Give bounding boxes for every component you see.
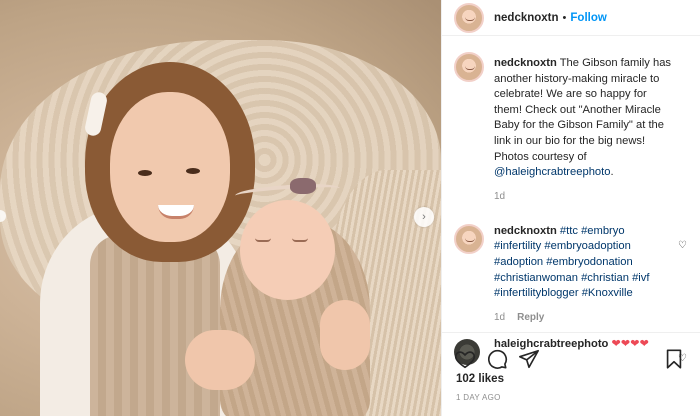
reply-button[interactable]: Reply [517,312,544,323]
header-username[interactable]: nedcknoxtn [494,12,559,24]
girl-eye-right [186,168,200,174]
baby-eye-right [292,238,308,242]
hashtag-link[interactable]: #embryoadoption [544,240,630,252]
timestamp[interactable]: 1d [494,191,505,202]
hashtag-link[interactable]: #infertility [494,240,541,252]
girl-face [110,92,230,242]
follow-button[interactable]: Follow [570,12,606,24]
post-date[interactable]: 1 DAY AGO [442,393,700,402]
post-header: nedcknoxtn • Follow [442,0,700,36]
chevron-right-icon[interactable]: › [414,207,434,227]
hashtag-link[interactable]: #embryodonation [546,256,632,268]
baby-bow [290,178,316,194]
avatar[interactable] [454,52,484,82]
hashtag-link[interactable]: #christianwoman [494,272,578,284]
action-icons [442,333,700,373]
caption-comment: nedcknoxtn The Gibson family has another… [442,44,700,202]
girl-hand [185,330,255,390]
hashtag-username[interactable]: nedcknoxtn [494,225,557,237]
hashtag-link[interactable]: #ivf [632,272,649,284]
caption-end: . [610,166,614,179]
caption-meta: 1d [494,191,673,202]
girl-sweater [90,235,220,416]
hashtag-meta: 1d Reply [494,312,673,323]
bookmark-icon[interactable] [663,348,685,370]
heart-icon[interactable] [454,348,476,370]
comment-icon[interactable] [486,348,508,370]
hashtag-link[interactable]: #christian [581,272,629,284]
baby-eye-left [255,238,271,242]
separator-dot: • [562,11,567,24]
hashtag-text: nedcknoxtn #ttc #embryo #infertility #em… [494,224,673,302]
likes-count[interactable]: 102 likes [442,373,700,385]
action-bar: 102 likes 1 DAY AGO [442,332,700,416]
avatar[interactable] [454,2,484,33]
girl-eye-left [138,170,152,176]
hashtag-link[interactable]: #ttc [560,225,578,237]
hashtag-link[interactable]: #Knoxville [582,287,633,299]
hashtag-link[interactable]: #infertilityblogger [494,287,579,299]
post-photo[interactable]: › [0,0,441,416]
post-side-panel: nedcknoxtn • Follow nedcknoxtn The Gibso… [441,0,700,416]
caption-text: nedcknoxtn The Gibson family has another… [494,56,673,181]
girl-hand-right [320,300,370,370]
caption-body: The Gibson family has another history-ma… [494,57,672,163]
hashtag-link[interactable]: #embryo [581,225,625,237]
baby-face [240,200,335,300]
timestamp[interactable]: 1d [494,312,505,323]
hashtag-link[interactable]: #adoption [494,256,543,268]
heart-icon[interactable]: ♡ [678,240,687,251]
comments-list: nedcknoxtn The Gibson family has another… [442,44,700,365]
avatar[interactable] [454,223,484,254]
caption-username[interactable]: nedcknoxtn [494,57,557,69]
share-icon[interactable] [518,348,540,370]
hashtag-comment: ♡ nedcknoxtn #ttc #embryo #infertility #… [442,202,700,323]
mention-link[interactable]: @haleighcrabtreephoto [494,166,610,178]
